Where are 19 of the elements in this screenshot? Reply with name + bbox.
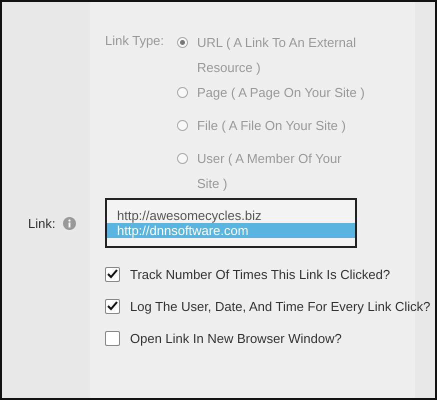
radio-label: User ( A Member Of Your Site ) bbox=[197, 150, 343, 193]
checkbox[interactable] bbox=[105, 266, 120, 282]
radio-label: URL ( A Link To An External Resource ) bbox=[197, 34, 357, 77]
checkbox-label: Track Number Of Times This Link Is Clicked? bbox=[130, 266, 390, 282]
checkbox[interactable] bbox=[105, 298, 120, 314]
radio-label: File ( A File On Your Site ) bbox=[197, 117, 347, 135]
radio-button[interactable] bbox=[177, 153, 188, 164]
link-label: Link: bbox=[28, 216, 56, 230]
radio-button[interactable] bbox=[177, 37, 188, 48]
radio-button[interactable] bbox=[177, 120, 188, 131]
info-icon[interactable] bbox=[63, 216, 76, 230]
checkbox-label: Log The User, Date, And Time For Every Link Click? bbox=[130, 298, 430, 314]
radio-label: Page ( A Page On Your Site ) bbox=[197, 84, 366, 102]
radio-button[interactable] bbox=[177, 87, 188, 98]
link-listbox[interactable]: http://awesomecycles.biz http://dnnsoftware.com bbox=[105, 198, 357, 248]
checkbox[interactable] bbox=[105, 330, 120, 346]
list-item[interactable]: http://awesomecycles.biz bbox=[107, 208, 355, 223]
checkbox-label: Open Link In New Browser Window? bbox=[130, 330, 342, 346]
link-type-label: Link Type: bbox=[105, 32, 166, 50]
